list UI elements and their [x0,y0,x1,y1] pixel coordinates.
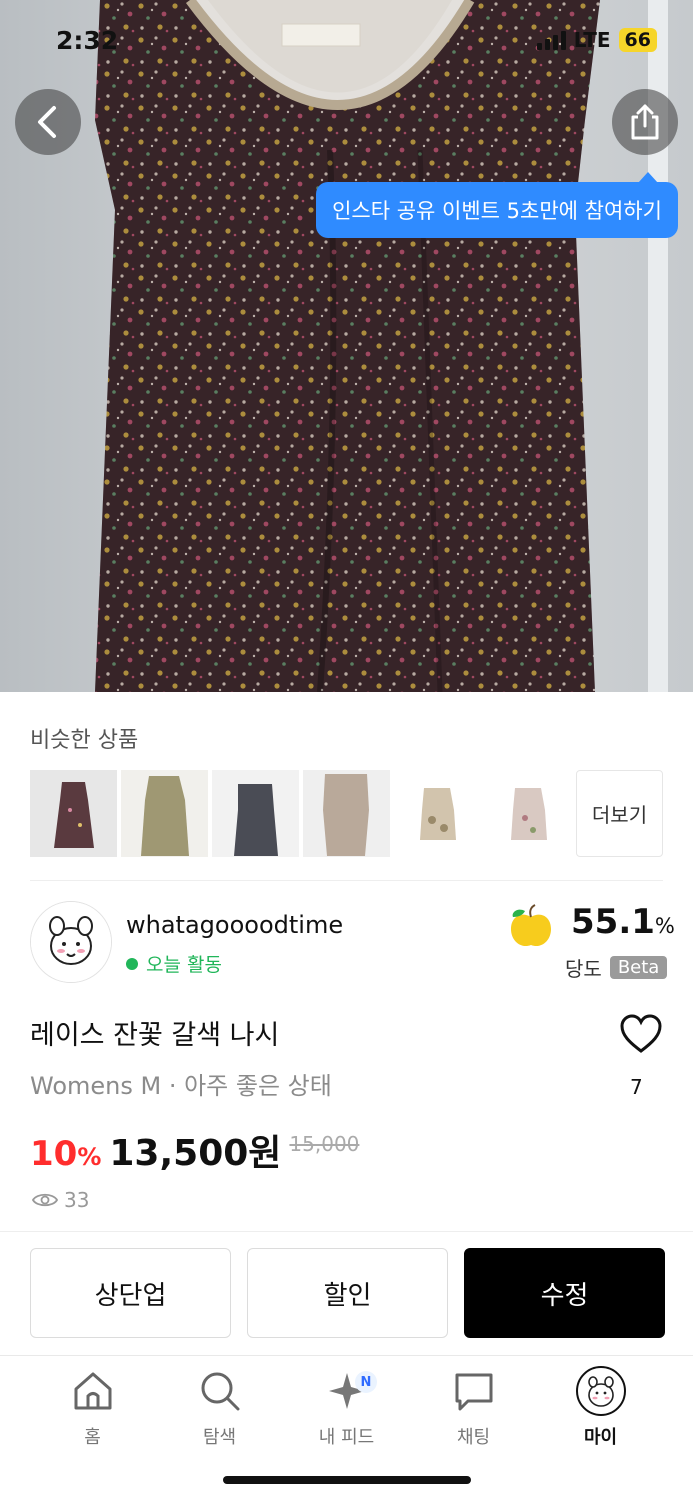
beta-badge: Beta [609,956,668,979]
tab-chat-label: 채팅 [456,1427,491,1448]
tab-my-label: 마이 [583,1427,618,1448]
more-similar-button[interactable]: 더보기 [576,770,663,857]
tab-search[interactable]: 탐색 [156,1365,283,1449]
chevron-left-icon [38,106,56,138]
online-dot-icon [126,957,138,970]
similar-product-thumbnail[interactable] [394,770,481,857]
similar-product-thumbnail[interactable] [303,770,390,857]
new-badge: N [355,1371,377,1393]
home-icon [74,1372,111,1410]
divider [30,880,663,881]
similar-product-thumbnail[interactable] [485,770,572,857]
similar-product-thumbnail[interactable] [121,770,208,857]
share-icon [631,104,659,140]
edit-button[interactable]: 수정 [464,1248,665,1338]
battery-indicator: 66 [618,28,657,52]
original-price: 15,000 [289,1132,360,1156]
home-indicator [223,1476,471,1484]
bump-button[interactable]: 상단업 [30,1248,231,1338]
sweetness-label: 당도 [565,957,602,981]
similar-product-thumbnail[interactable] [212,770,299,857]
divider [0,1231,693,1232]
divider [0,1355,693,1356]
price-row: 10% 13,500원 15,000 [30,1124,359,1176]
similar-products-title: 비슷한 상품 [30,728,139,753]
product-photo[interactable]: 2:32 LTE 66 인스타 공유 이벤트 5초만에 참여하기 [0,0,693,692]
sale-price: 13,500원 [109,1133,282,1174]
similar-product-thumbnail[interactable] [30,770,117,857]
sweetness-label-row: 당도 Beta [565,953,668,982]
tooltip-text: 인스타 공유 이벤트 5초만에 참여하기 [332,199,662,223]
score-unit: % [654,914,675,938]
discount-rate: 10% [30,1134,102,1174]
seller-name[interactable]: whatagoooodtime [126,911,343,939]
eye-icon [32,1193,58,1207]
status-time: 2:32 [56,26,119,55]
product-title: 레이스 잔꽃 갈색 나시 [30,1020,280,1051]
share-button[interactable] [612,89,678,155]
view-count: 33 [32,1188,89,1212]
score-value: 55.1 [571,902,655,942]
back-button[interactable] [15,89,81,155]
chat-icon [455,1373,492,1411]
apple-icon [511,904,551,947]
seller-activity-status: 오늘 활동 [126,950,222,977]
similar-products-list: 더보기 [30,770,663,857]
signal-icon [536,30,566,50]
activity-label: 오늘 활동 [146,954,222,976]
discount-button[interactable]: 할인 [247,1248,448,1338]
product-size-condition: Womens M · 아주 좋은 상태 [30,1072,332,1100]
tab-my[interactable]: 마이 [537,1365,664,1449]
network-type: LTE [573,28,611,52]
tab-search-label: 탐색 [202,1427,237,1448]
heart-icon[interactable] [619,1014,663,1054]
tab-home-label: 홈 [84,1427,101,1448]
like-count: 7 [630,1075,643,1099]
search-icon [201,1372,239,1411]
tab-home[interactable]: 홈 [29,1365,156,1449]
status-bar: 2:32 LTE 66 [0,0,693,80]
tab-chat[interactable]: 채팅 [410,1365,537,1449]
tab-feed-label: 내 피드 [318,1427,375,1448]
view-count-value: 33 [64,1188,90,1212]
bottom-tab-bar: 홈 탐색 N 내 피드 채팅 마이 [0,1365,693,1455]
seller-avatar[interactable] [30,901,112,983]
tab-feed[interactable]: N 내 피드 [283,1365,410,1449]
avatar-icon [575,1366,626,1416]
action-buttons: 상단업 할인 수정 [30,1248,665,1338]
instagram-share-tooltip[interactable]: 인스타 공유 이벤트 5초만에 참여하기 [316,172,678,238]
sweetness-score: 55.1% [571,902,675,942]
